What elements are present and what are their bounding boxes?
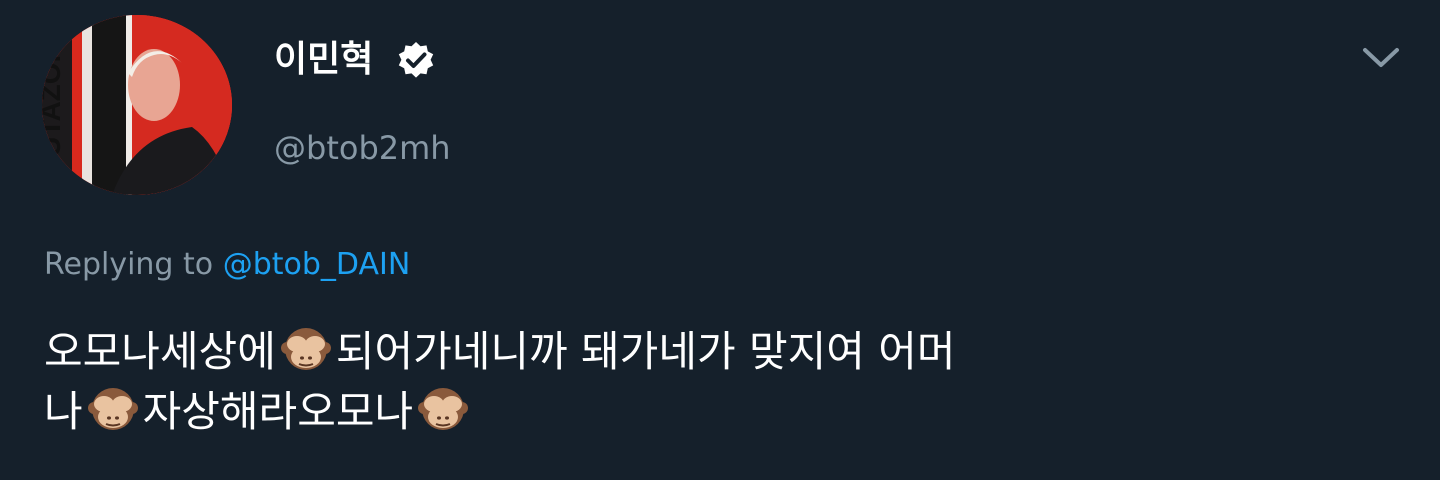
tweet-text-segment: 되어가네니까 돼가네가 맞지여 어머 — [335, 327, 956, 376]
chevron-down-icon[interactable] — [1360, 42, 1402, 72]
reply-prefix: Replying to — [44, 247, 214, 282]
reply-context: Replying to @btob_DAIN — [44, 244, 410, 286]
avatar[interactable]: HUTAZONE — [42, 15, 232, 195]
tweet-text-segment: 오모나세상에 — [44, 327, 276, 376]
see-no-evil-monkey-icon — [417, 382, 469, 434]
reply-mention-link[interactable]: @btob_DAIN — [223, 247, 411, 282]
tweet-text-segment: 자상해라오모나 — [142, 387, 414, 436]
tweet-line: 나 자상해라오모나 — [44, 382, 1344, 442]
tweet-text-segment: 나 — [44, 387, 83, 436]
verified-badge-icon — [396, 40, 436, 80]
user-handle[interactable]: @btob2mh — [274, 126, 451, 170]
tweet-text: 오모나세상에 되어가네니까 돼가네가 맞지여 어머 나 자상해라오모나 — [44, 322, 1344, 442]
see-no-evil-monkey-icon — [280, 322, 332, 374]
tweet-line: 오모나세상에 되어가네니까 돼가네가 맞지여 어머 — [44, 322, 1344, 382]
tweet-card: HUTAZONE 이민혁 @btob2mh Replying to @btob_… — [0, 0, 1440, 480]
avatar-logo-text: HUTAZONE — [42, 24, 66, 177]
display-name[interactable]: 이민혁 — [274, 36, 373, 84]
see-no-evil-monkey-icon — [87, 382, 139, 434]
